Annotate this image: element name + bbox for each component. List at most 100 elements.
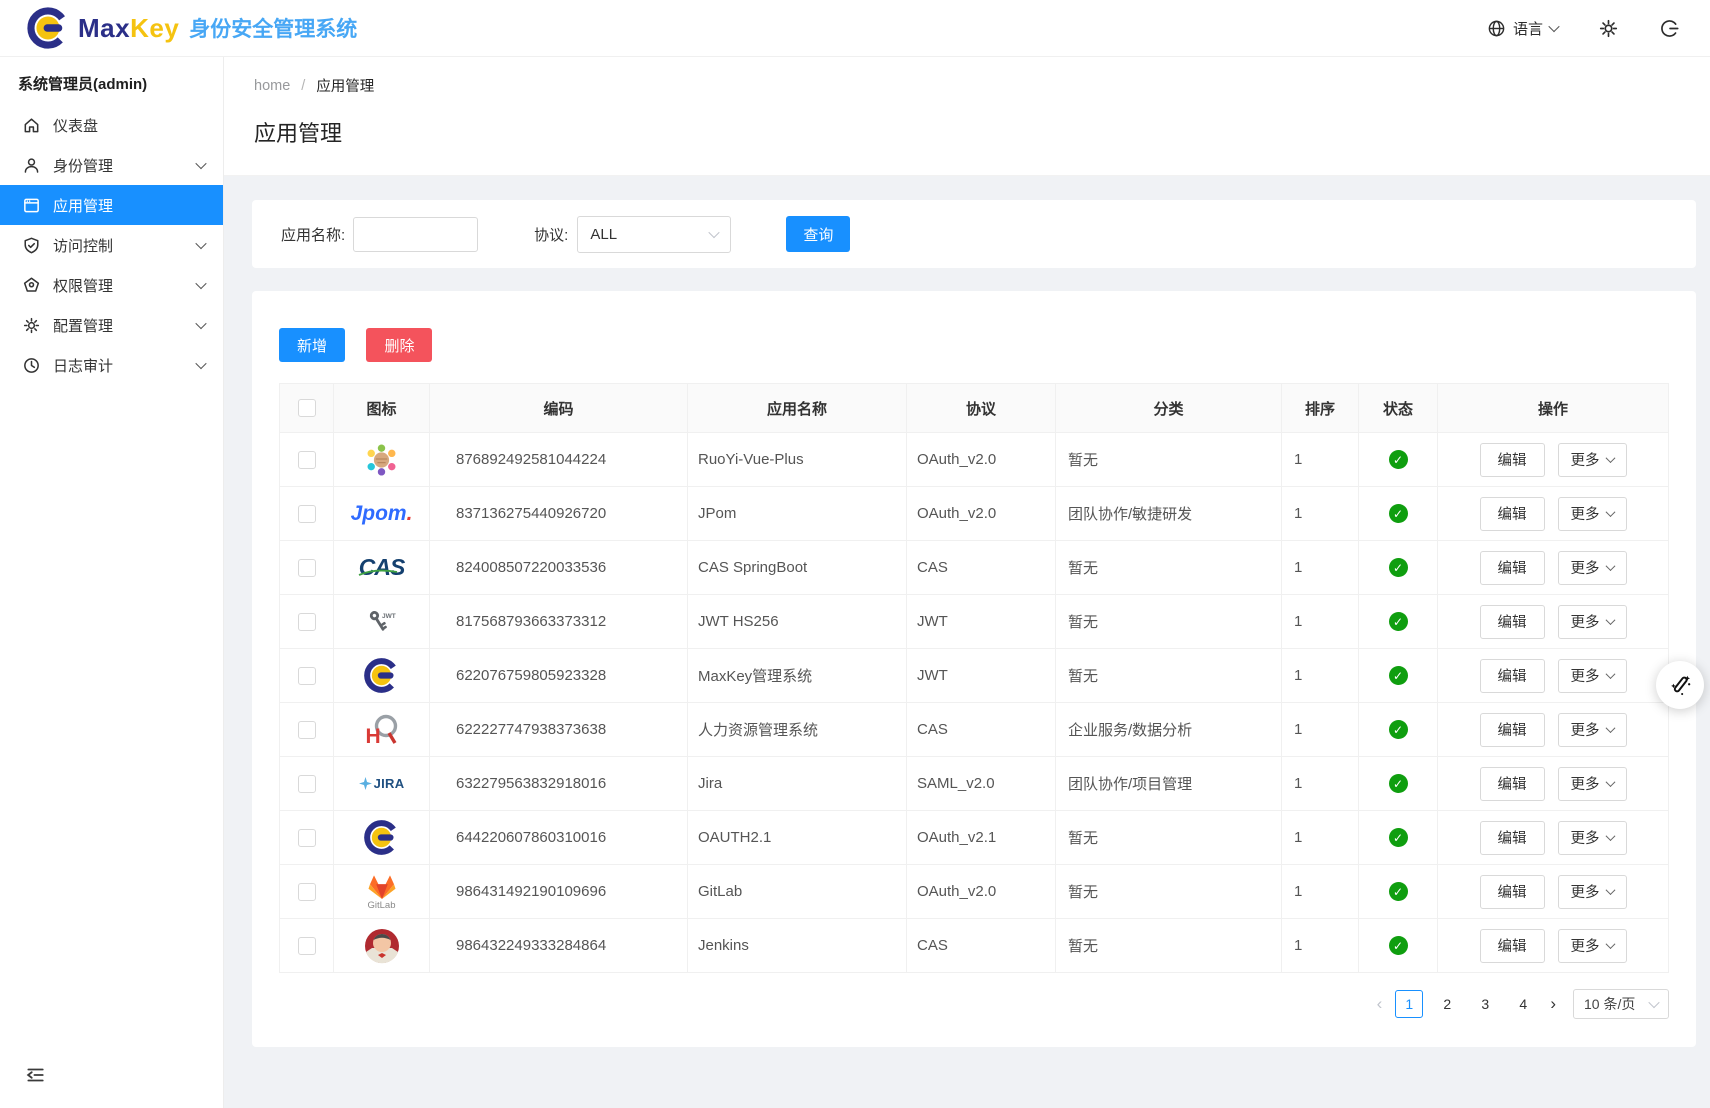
col-icon: 图标 — [334, 384, 430, 433]
app-category: 团队协作/项目管理 — [1056, 757, 1282, 811]
table-header-row: 图标 编码 应用名称 协议 分类 排序 状态 操作 — [280, 384, 1669, 433]
app-sort: 1 — [1282, 433, 1359, 487]
app-code: 817568793663373312 — [430, 595, 688, 649]
language-menu[interactable]: 语言 — [1487, 18, 1558, 39]
chevron-down-icon — [1605, 777, 1615, 787]
delete-button[interactable]: 删除 — [366, 328, 432, 362]
pagination: ‹ 1234 › 10 条/页 — [279, 989, 1669, 1019]
table-row: 644220607860310016OAUTH2.1OAuth_v2.1暂无1编… — [280, 811, 1669, 865]
protocol-label: 协议: — [534, 224, 568, 245]
row-checkbox[interactable] — [298, 829, 316, 847]
app-name-input[interactable] — [353, 217, 478, 252]
more-button[interactable]: 更多 — [1558, 821, 1627, 855]
edit-button[interactable]: 编辑 — [1480, 821, 1545, 855]
hr-logo: H — [365, 710, 399, 750]
sidebar: 系统管理员(admin) 仪表盘身份管理应用管理访问控制权限管理配置管理日志审计 — [0, 57, 224, 1108]
sidebar-menu: 仪表盘身份管理应用管理访问控制权限管理配置管理日志审计 — [0, 105, 223, 385]
col-category: 分类 — [1056, 384, 1282, 433]
sidebar-item-privilege[interactable]: 权限管理 — [0, 265, 223, 305]
status-enabled-icon — [1389, 936, 1408, 955]
more-button[interactable]: 更多 — [1558, 659, 1627, 693]
page-button-2[interactable]: 2 — [1433, 990, 1461, 1018]
page-size-value: 10 条/页 — [1584, 994, 1635, 1014]
sidebar-item-dashboard[interactable]: 仪表盘 — [0, 105, 223, 145]
page-size-select[interactable]: 10 条/页 — [1573, 989, 1669, 1019]
app-category: 暂无 — [1056, 649, 1282, 703]
more-button[interactable]: 更多 — [1558, 605, 1627, 639]
more-button[interactable]: 更多 — [1558, 497, 1627, 531]
app-protocol: OAuth_v2.0 — [907, 865, 1056, 919]
table-row: CAS 824008507220033536CAS SpringBootCAS暂… — [280, 541, 1669, 595]
app-sort: 1 — [1282, 865, 1359, 919]
sidebar-item-audit[interactable]: 日志审计 — [0, 345, 223, 385]
col-status: 状态 — [1359, 384, 1438, 433]
breadcrumb-home[interactable]: home — [254, 78, 290, 94]
edit-button[interactable]: 编辑 — [1480, 551, 1545, 585]
row-checkbox[interactable] — [298, 451, 316, 469]
sidebar-item-label: 访问控制 — [53, 235, 197, 256]
app-protocol: CAS — [907, 919, 1056, 973]
edit-button[interactable]: 编辑 — [1480, 659, 1545, 693]
app-name: GitLab — [688, 865, 907, 919]
edit-button[interactable]: 编辑 — [1480, 929, 1545, 963]
search-button[interactable]: 查询 — [786, 216, 850, 252]
chevron-down-icon — [1605, 831, 1615, 841]
app-name: MaxKey管理系统 — [688, 649, 907, 703]
badge-icon — [22, 276, 41, 295]
sidebar-item-identity[interactable]: 身份管理 — [0, 145, 223, 185]
add-button[interactable]: 新增 — [279, 328, 345, 362]
edit-button[interactable]: 编辑 — [1480, 767, 1545, 801]
page-button-4[interactable]: 4 — [1509, 990, 1537, 1018]
more-button[interactable]: 更多 — [1558, 443, 1627, 477]
page-button-3[interactable]: 3 — [1471, 990, 1499, 1018]
app-code: 986432249333284864 — [430, 919, 688, 973]
status-enabled-icon — [1389, 828, 1408, 847]
row-checkbox[interactable] — [298, 667, 316, 685]
menu-fold-icon[interactable] — [24, 1064, 46, 1086]
edit-button[interactable]: 编辑 — [1480, 443, 1545, 477]
more-button[interactable]: 更多 — [1558, 875, 1627, 909]
edit-button[interactable]: 编辑 — [1480, 713, 1545, 747]
row-checkbox[interactable] — [298, 721, 316, 739]
jira-logo: JIRA — [359, 764, 405, 804]
chevron-down-icon — [1605, 723, 1615, 733]
row-checkbox[interactable] — [298, 937, 316, 955]
logout-icon[interactable] — [1659, 18, 1680, 39]
row-checkbox[interactable] — [298, 883, 316, 901]
sidebar-item-apps[interactable]: 应用管理 — [0, 185, 223, 225]
table-row: JWT817568793663373312JWT HS256JWT暂无1编辑更多 — [280, 595, 1669, 649]
more-button[interactable]: 更多 — [1558, 767, 1627, 801]
app-code: 824008507220033536 — [430, 541, 688, 595]
edit-button[interactable]: 编辑 — [1480, 497, 1545, 531]
app-sort: 1 — [1282, 541, 1359, 595]
next-page-button[interactable]: › — [1547, 990, 1559, 1018]
row-checkbox[interactable] — [298, 613, 316, 631]
row-checkbox[interactable] — [298, 559, 316, 577]
settings-gear-icon[interactable] — [1598, 18, 1619, 39]
gitlab-logo: GitLab — [366, 872, 398, 912]
topbar-actions: 语言 — [1487, 18, 1680, 39]
app-protocol: OAuth_v2.0 — [907, 433, 1056, 487]
sidebar-item-config[interactable]: 配置管理 — [0, 305, 223, 345]
edit-button[interactable]: 编辑 — [1480, 605, 1545, 639]
select-all-checkbox[interactable] — [298, 399, 316, 417]
protocol-select[interactable]: ALL — [577, 216, 731, 253]
prev-page-button[interactable]: ‹ — [1374, 990, 1386, 1018]
page-header: home / 应用管理 应用管理 — [224, 57, 1710, 176]
jenkins-logo — [364, 926, 400, 966]
page-button-1[interactable]: 1 — [1395, 990, 1423, 1018]
row-checkbox[interactable] — [298, 775, 316, 793]
magic-wand-button[interactable] — [1656, 661, 1704, 709]
more-button[interactable]: 更多 — [1558, 929, 1627, 963]
row-checkbox[interactable] — [298, 505, 316, 523]
edit-button[interactable]: 编辑 — [1480, 875, 1545, 909]
more-button[interactable]: 更多 — [1558, 551, 1627, 585]
sidebar-item-access[interactable]: 访问控制 — [0, 225, 223, 265]
brand[interactable]: Max Key 身份安全管理系统 — [26, 6, 357, 50]
maxkey-logo — [363, 656, 400, 696]
app-protocol: OAuth_v2.1 — [907, 811, 1056, 865]
user-icon — [22, 156, 41, 175]
more-button[interactable]: 更多 — [1558, 713, 1627, 747]
page-title: 应用管理 — [254, 116, 1710, 148]
brand-name-max: Max — [78, 13, 130, 44]
